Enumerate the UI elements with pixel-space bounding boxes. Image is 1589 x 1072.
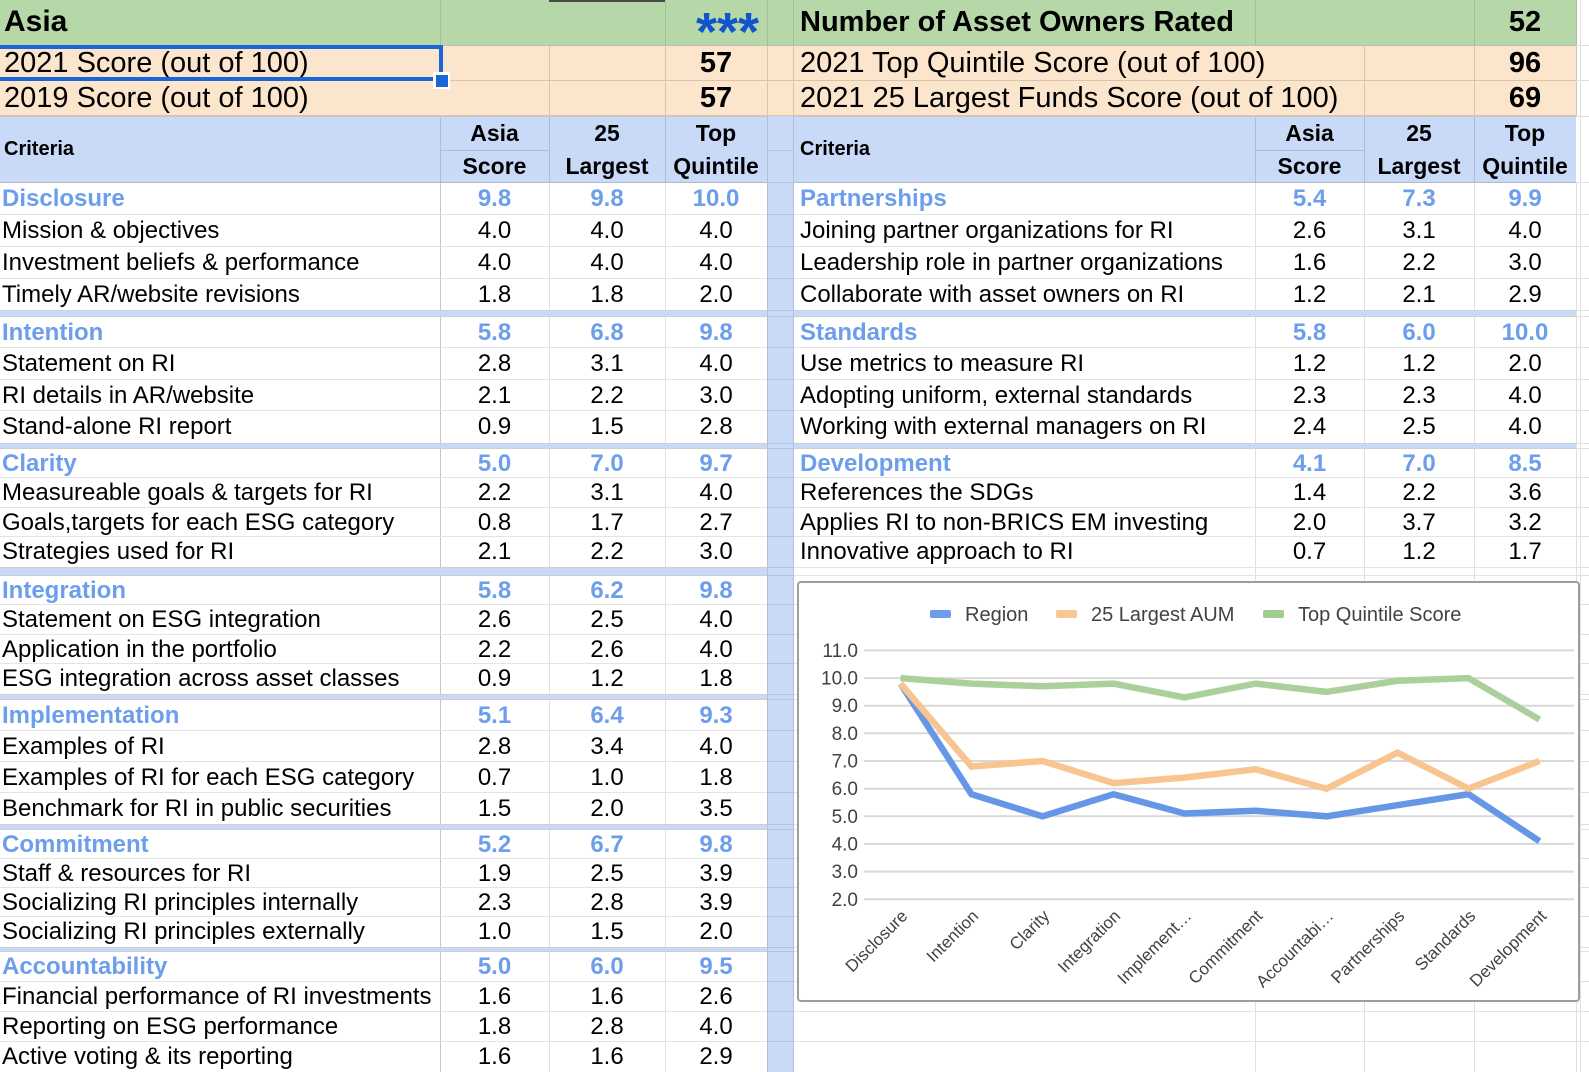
svg-text:11.0: 11.0 xyxy=(822,641,858,662)
svg-text:Region: Region xyxy=(965,604,1028,626)
svg-text:4.0: 4.0 xyxy=(832,834,858,855)
svg-text:Top Quintile Score: Top Quintile Score xyxy=(1298,604,1461,626)
svg-text:9.0: 9.0 xyxy=(832,696,858,717)
svg-text:6.0: 6.0 xyxy=(832,779,858,800)
svg-text:3.0: 3.0 xyxy=(832,862,858,883)
svg-text:8.0: 8.0 xyxy=(832,724,858,745)
svg-text:7.0: 7.0 xyxy=(832,752,858,773)
svg-text:5.0: 5.0 xyxy=(832,807,858,828)
svg-text:25 Largest AUM: 25 Largest AUM xyxy=(1091,604,1234,626)
svg-text:10.0: 10.0 xyxy=(821,669,858,690)
svg-text:2.0: 2.0 xyxy=(832,890,858,911)
